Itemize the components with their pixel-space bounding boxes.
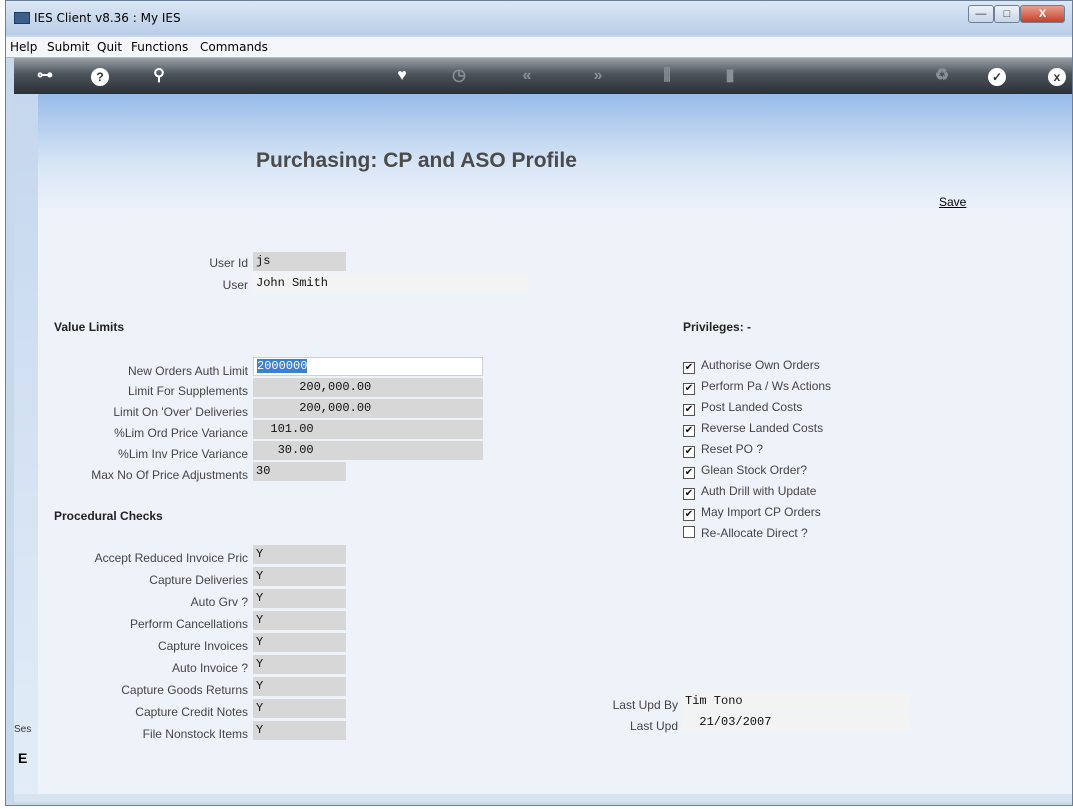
- privilege-reset-po[interactable]: ✔ Reset PO ?: [683, 442, 763, 458]
- limit-for-supplements-field[interactable]: 200,000.00: [253, 378, 483, 397]
- checkbox-icon[interactable]: ✔: [683, 425, 695, 437]
- page-title: Purchasing: CP and ASO Profile: [256, 149, 577, 172]
- privilege-glean-stock-order[interactable]: ✔ Glean Stock Order?: [683, 463, 807, 479]
- close-icon[interactable]: x: [1048, 68, 1066, 86]
- help-icon[interactable]: ?: [91, 68, 109, 86]
- checkbox-icon[interactable]: [683, 526, 695, 538]
- file-nonstock-items-label: File Nonstock Items: [142, 727, 248, 741]
- session-glyph: E: [18, 750, 28, 766]
- checkbox-icon[interactable]: ✔: [683, 404, 695, 416]
- lim-inv-price-variance-field[interactable]: 30.00: [253, 441, 483, 460]
- clock-icon[interactable]: ◷: [446, 66, 472, 86]
- left-strip: [14, 94, 38, 802]
- ok-icon[interactable]: ✓: [988, 68, 1006, 86]
- checkbox-icon[interactable]: ✔: [683, 383, 695, 395]
- userid-label: User Id: [209, 256, 248, 270]
- menu-functions[interactable]: Functions: [131, 40, 188, 54]
- privilege-post-landed-costs[interactable]: ✔ Post Landed Costs: [683, 400, 802, 416]
- tools-icon[interactable]: ⫼: [654, 66, 680, 86]
- menu-quit[interactable]: Quit: [97, 40, 122, 54]
- last-upd-label: Last Upd: [629, 719, 678, 733]
- capture-credit-notes-field[interactable]: Y: [253, 699, 346, 718]
- capture-goods-returns-label: Capture Goods Returns: [121, 683, 248, 697]
- user-label: User: [222, 278, 248, 292]
- file-nonstock-items-field[interactable]: Y: [253, 721, 346, 740]
- privilege-authorise-own-orders[interactable]: ✔ Authorise Own Orders: [683, 358, 820, 374]
- previous-icon[interactable]: «: [514, 66, 540, 86]
- capture-invoices-label: Capture Invoices: [157, 639, 248, 653]
- privileges-heading: Privileges: -: [683, 320, 752, 334]
- heart-icon[interactable]: ♥: [389, 66, 415, 86]
- checkbox-icon[interactable]: ✔: [683, 446, 695, 458]
- next-icon[interactable]: »: [585, 66, 611, 86]
- title-bar: IES Client v8.36 : My IES — □ X: [6, 1, 1072, 35]
- status-strip: [14, 794, 1072, 802]
- toolbar: ⊶ ? ⚲ ♥ ◷ « » ⫼ ▮ ♻ ✓ x: [14, 58, 1072, 94]
- capture-invoices-field[interactable]: Y: [253, 633, 346, 652]
- privilege-re-allocate-direct[interactable]: Re-Allocate Direct ?: [683, 526, 808, 540]
- checkbox-icon[interactable]: ✔: [683, 509, 695, 521]
- app-icon: [14, 12, 30, 24]
- search-icon[interactable]: ⚲: [146, 66, 172, 86]
- lim-ord-price-variance-label: %Lim Ord Price Variance: [114, 426, 248, 440]
- userid-field[interactable]: js: [253, 252, 346, 271]
- minimize-button[interactable]: —: [968, 5, 994, 23]
- limit-for-supplements-label: Limit For Supplements: [127, 384, 248, 398]
- document-icon[interactable]: ▮: [717, 66, 743, 86]
- auto-invoice-label: Auto Invoice ?: [171, 661, 248, 675]
- key-icon[interactable]: ⊶: [32, 66, 58, 86]
- profile-form: Purchasing: CP and ASO Profile Save User…: [38, 94, 1072, 802]
- max-price-adjustments-label: Max No Of Price Adjustments: [91, 468, 248, 482]
- auto-invoice-field[interactable]: Y: [253, 655, 346, 674]
- auto-grv-field[interactable]: Y: [253, 589, 346, 608]
- privilege-may-import-cp[interactable]: ✔ May Import CP Orders: [683, 505, 821, 521]
- maximize-button[interactable]: □: [994, 5, 1020, 23]
- menu-help[interactable]: Help: [10, 40, 37, 54]
- limit-on-over-deliveries-field[interactable]: 200,000.00: [253, 399, 483, 418]
- perform-cancellations-label: Perform Cancellations: [129, 617, 248, 631]
- perform-cancellations-field[interactable]: Y: [253, 611, 346, 630]
- lim-ord-price-variance-field[interactable]: 101.00: [253, 420, 483, 439]
- close-window-button[interactable]: X: [1020, 5, 1065, 23]
- value-limits-heading: Value Limits: [54, 320, 125, 334]
- accept-reduced-invoice-label: Accept Reduced Invoice Pric: [94, 551, 248, 565]
- app-window: IES Client v8.36 : My IES — □ X Help Sub…: [5, 0, 1073, 806]
- auto-grv-label: Auto Grv ?: [190, 595, 248, 609]
- max-price-adjustments-field[interactable]: 30: [253, 462, 346, 481]
- window-title: IES Client v8.36 : My IES: [34, 11, 181, 25]
- new-orders-auth-limit-label: New Orders Auth Limit: [127, 364, 248, 378]
- checkbox-icon[interactable]: ✔: [683, 362, 695, 374]
- checkbox-icon[interactable]: ✔: [683, 488, 695, 500]
- user-field[interactable]: John Smith: [253, 274, 528, 293]
- last-upd-field[interactable]: 21/03/2007: [682, 713, 910, 732]
- menu-commands[interactable]: Commands: [200, 40, 268, 54]
- new-orders-auth-limit-field[interactable]: 2000000: [253, 357, 483, 376]
- lim-inv-price-variance-label: %Lim Inv Price Variance: [118, 447, 248, 461]
- content-area: Ses E Purchasing: CP and ASO Profile Sav…: [14, 94, 1072, 802]
- capture-credit-notes-label: Capture Credit Notes: [135, 705, 248, 719]
- accept-reduced-invoice-field[interactable]: Y: [253, 545, 346, 564]
- checkbox-icon[interactable]: ✔: [683, 467, 695, 479]
- privilege-reverse-landed-costs[interactable]: ✔ Reverse Landed Costs: [683, 421, 823, 437]
- menu-submit[interactable]: Submit: [47, 40, 90, 54]
- privilege-perform-pa-ws[interactable]: ✔ Perform Pa / Ws Actions: [683, 379, 831, 395]
- last-upd-by-label: Last Upd By: [612, 698, 678, 712]
- capture-goods-returns-field[interactable]: Y: [253, 677, 346, 696]
- last-upd-by-field[interactable]: Tim Tono: [682, 692, 910, 711]
- refresh-icon[interactable]: ♻: [929, 66, 955, 86]
- capture-deliveries-label: Capture Deliveries: [149, 573, 248, 587]
- limit-on-over-deliveries-label: Limit On 'Over' Deliveries: [113, 405, 248, 419]
- privilege-auth-drill[interactable]: ✔ Auth Drill with Update: [683, 484, 816, 500]
- session-label: Ses: [14, 724, 32, 735]
- selected-text: 2000000: [257, 359, 308, 373]
- capture-deliveries-field[interactable]: Y: [253, 567, 346, 586]
- procedural-checks-heading: Procedural Checks: [54, 509, 163, 523]
- menu-bar: Help Submit Quit Functions Commands: [6, 37, 1072, 58]
- save-link[interactable]: Save: [939, 195, 966, 209]
